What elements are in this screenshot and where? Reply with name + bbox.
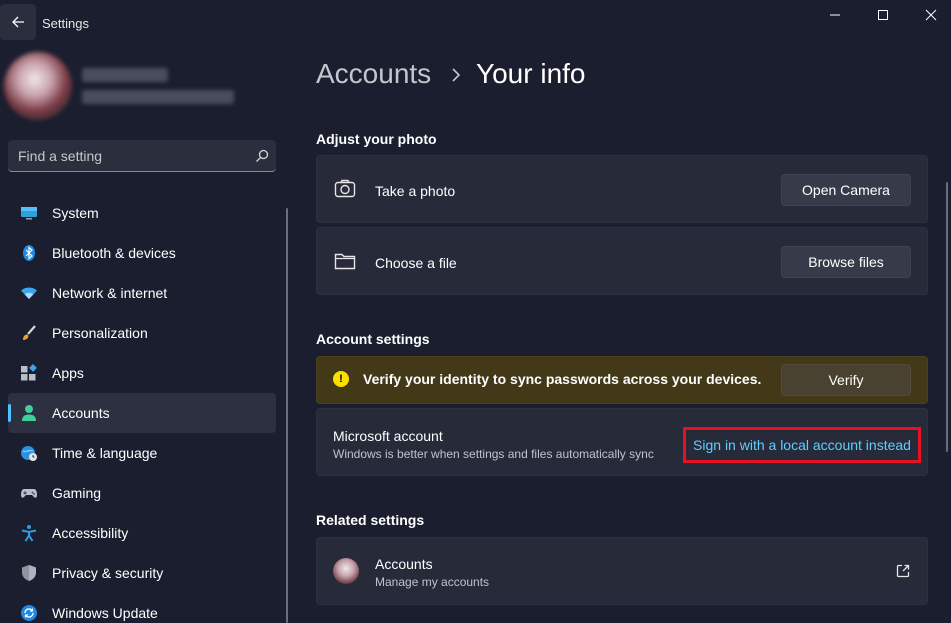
person-icon <box>22 405 36 421</box>
back-button[interactable] <box>0 4 36 40</box>
sidebar-item-gaming[interactable]: Gaming <box>8 473 276 513</box>
sidebar-item-label: Privacy & security <box>52 565 164 581</box>
sidebar-item-accounts[interactable]: Accounts <box>8 393 276 433</box>
wifi-icon <box>21 287 37 299</box>
avatar <box>333 558 359 584</box>
section-title-account-settings: Account settings <box>316 331 430 347</box>
main-scrollbar[interactable] <box>946 182 948 452</box>
globe-clock-icon <box>21 446 37 461</box>
bluetooth-icon <box>23 245 35 261</box>
camera-icon <box>334 179 356 198</box>
verify-button[interactable]: Verify <box>781 364 911 396</box>
sidebar-item-system[interactable]: System <box>8 193 276 233</box>
warning-icon: ! <box>333 371 349 387</box>
monitor-icon <box>21 207 37 220</box>
section-title-related-settings: Related settings <box>316 512 425 528</box>
minimize-icon <box>830 14 840 16</box>
sidebar-item-label: Windows Update <box>52 605 158 621</box>
take-photo-label: Take a photo <box>375 183 456 199</box>
external-link-icon <box>896 564 910 578</box>
close-button[interactable] <box>908 4 951 26</box>
gamepad-icon <box>21 489 37 498</box>
related-accounts-label: Accounts <box>375 556 433 572</box>
sidebar-item-bluetooth[interactable]: Bluetooth & devices <box>8 233 276 273</box>
related-accounts-card[interactable]: Accounts Manage my accounts <box>316 537 928 605</box>
open-camera-button[interactable]: Open Camera <box>781 174 911 206</box>
shield-icon <box>22 565 36 581</box>
back-arrow-icon <box>12 16 24 28</box>
avatar <box>4 52 72 120</box>
sidebar-item-privacy-security[interactable]: Privacy & security <box>8 553 276 593</box>
brush-icon <box>23 325 36 340</box>
sidebar-item-label: System <box>52 205 99 221</box>
section-title-adjust-photo: Adjust your photo <box>316 131 437 147</box>
related-accounts-description: Manage my accounts <box>375 575 490 589</box>
sidebar-item-label: Network & internet <box>52 285 168 301</box>
search-icon[interactable] <box>254 148 270 164</box>
chevron-right-icon <box>452 68 461 82</box>
minimize-button[interactable] <box>812 4 858 26</box>
user-profile[interactable] <box>0 48 287 124</box>
maximize-icon <box>878 10 888 20</box>
sidebar-item-label: Personalization <box>52 325 148 341</box>
sidebar-item-apps[interactable]: Apps <box>8 353 276 393</box>
sidebar-nav: System Bluetooth & devices Network & int… <box>8 193 276 623</box>
sign-in-local-account-link[interactable]: Sign in with a local account instead <box>693 437 911 453</box>
choose-file-card: Choose a file Browse files <box>316 227 928 295</box>
title-bar: Settings <box>0 0 951 46</box>
profile-name-redacted <box>82 68 168 82</box>
search-input[interactable] <box>18 147 238 165</box>
verify-identity-text: Verify your identity to sync passwords a… <box>363 371 762 387</box>
sidebar-item-label: Gaming <box>52 485 102 501</box>
sidebar-scrollbar[interactable] <box>286 208 288 623</box>
sidebar-item-time-language[interactable]: Time & language <box>8 433 276 473</box>
folder-icon <box>334 253 356 270</box>
sidebar-item-label: Accessibility <box>52 525 129 541</box>
app-title: Settings <box>42 16 89 31</box>
sidebar-item-label: Time & language <box>52 445 158 461</box>
sidebar-item-windows-update[interactable]: Windows Update <box>8 593 276 623</box>
sidebar-item-network[interactable]: Network & internet <box>8 273 276 313</box>
page-title: Your info <box>476 58 586 89</box>
sidebar-item-label: Apps <box>52 365 84 381</box>
profile-email-redacted <box>82 90 234 104</box>
sidebar-item-label: Accounts <box>52 405 110 421</box>
sidebar-item-label: Bluetooth & devices <box>52 245 176 261</box>
choose-file-label: Choose a file <box>375 255 457 271</box>
breadcrumb-parent[interactable]: Accounts <box>316 58 431 90</box>
sidebar-item-accessibility[interactable]: Accessibility <box>8 513 276 553</box>
take-photo-card: Take a photo Open Camera <box>316 155 928 223</box>
search-box[interactable] <box>8 140 276 172</box>
maximize-button[interactable] <box>860 4 906 26</box>
sidebar-item-personalization[interactable]: Personalization <box>8 313 276 353</box>
browse-files-button[interactable]: Browse files <box>781 246 911 278</box>
microsoft-account-label: Microsoft account <box>333 428 443 444</box>
highlight-box: Sign in with a local account instead <box>683 427 921 463</box>
verify-identity-banner: ! Verify your identity to sync passwords… <box>316 356 928 404</box>
microsoft-account-description: Windows is better when settings and file… <box>333 447 654 461</box>
accessibility-icon <box>21 525 37 542</box>
close-icon <box>925 9 937 21</box>
microsoft-account-card: Microsoft account Windows is better when… <box>316 408 928 476</box>
apps-icon <box>21 364 37 381</box>
update-icon <box>21 605 37 621</box>
